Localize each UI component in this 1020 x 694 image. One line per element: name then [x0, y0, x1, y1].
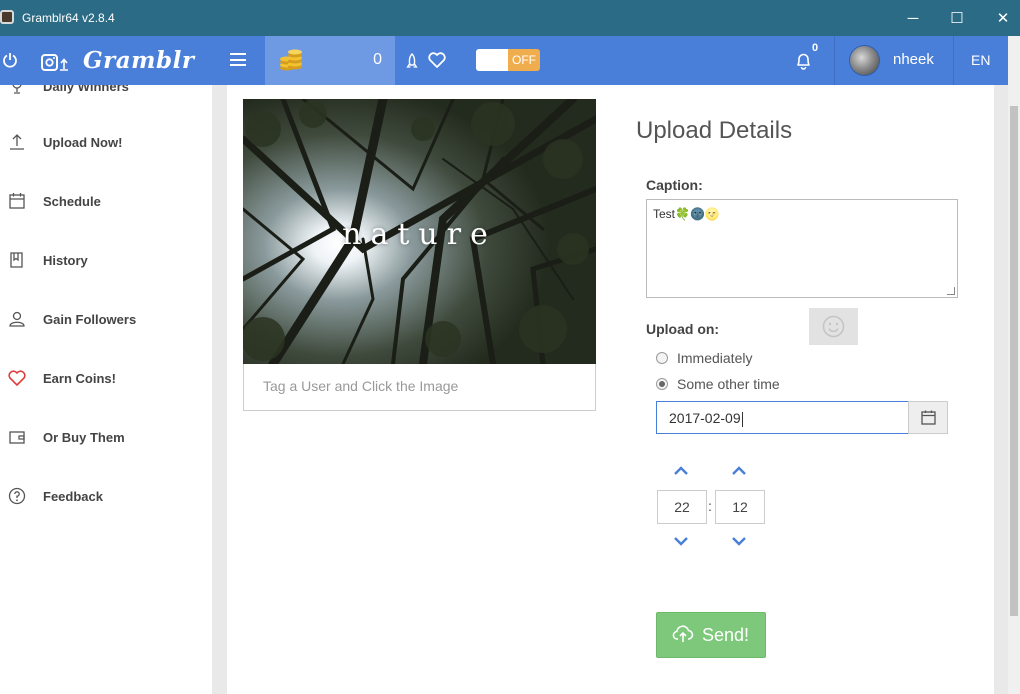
- sidebar-item-upload-now[interactable]: Upload Now!: [0, 123, 212, 163]
- date-value: 2017-02-09: [669, 410, 741, 426]
- wallet-icon: [9, 431, 25, 444]
- upload-on-label: Upload on:: [646, 321, 720, 337]
- close-button[interactable]: ✕: [980, 6, 1020, 32]
- sidebar-item-label: Daily Winners: [43, 85, 129, 94]
- heart-icon[interactable]: [428, 52, 446, 68]
- sidebar-item-label: Upload Now!: [43, 135, 123, 150]
- trophy-icon: [12, 85, 22, 94]
- auto-like-toggle[interactable]: OFF: [476, 49, 540, 71]
- minimize-button[interactable]: ─: [890, 6, 936, 32]
- tag-user-input[interactable]: Tag a User and Click the Image: [243, 364, 596, 411]
- header-divider: [834, 36, 835, 85]
- sidebar-item-gain-followers[interactable]: Gain Followers: [0, 300, 212, 340]
- scrollbar[interactable]: [1008, 36, 1020, 694]
- calendar-icon: [9, 193, 25, 209]
- hour-up-icon[interactable]: [673, 466, 689, 476]
- language-selector[interactable]: EN: [971, 52, 990, 68]
- rocket-icon[interactable]: [406, 53, 418, 69]
- send-label: Send!: [702, 625, 750, 645]
- minute-down-icon[interactable]: [731, 536, 747, 546]
- sidebar-item-label: Or Buy Them: [43, 430, 125, 445]
- sidebar-item-or-buy-them[interactable]: Or Buy Them: [0, 418, 212, 458]
- date-field[interactable]: 2017-02-09: [656, 401, 909, 434]
- send-button[interactable]: Send!: [656, 612, 766, 658]
- page-title: Upload Details: [636, 117, 793, 144]
- sidebar-item-label: Gain Followers: [43, 312, 137, 327]
- power-icon[interactable]: [2, 52, 18, 68]
- caption-text: Test🍀🌚🌝: [653, 207, 720, 221]
- window-title: Gramblr64 v2.8.4: [22, 11, 115, 25]
- sidebar-item-daily-winners[interactable]: Daily Winners: [0, 85, 212, 107]
- radio-immediately[interactable]: [656, 352, 668, 364]
- image-overlay-text: nature: [342, 217, 497, 252]
- sidebar-item-label: Feedback: [43, 489, 103, 504]
- username[interactable]: nheek: [893, 51, 934, 68]
- app-icon: [0, 10, 14, 24]
- bookmark-icon: [10, 252, 23, 268]
- coins-count: 0: [373, 51, 382, 68]
- hour-input[interactable]: 22: [657, 490, 707, 524]
- avatar[interactable]: [849, 45, 880, 76]
- cloud-upload-icon: [672, 625, 694, 642]
- sidebar-item-label: History: [43, 253, 88, 268]
- hour-down-icon[interactable]: [673, 536, 689, 546]
- user-icon: [9, 311, 25, 327]
- date-picker-button[interactable]: [908, 401, 948, 434]
- question-icon: [8, 487, 26, 505]
- app-header: Gramblr 0 OFF 0 nheek EN: [0, 36, 1008, 85]
- emoji-picker-button[interactable]: [809, 308, 858, 345]
- minute-up-icon[interactable]: [731, 466, 747, 476]
- radio-some-other-time[interactable]: [656, 378, 668, 390]
- coins-panel[interactable]: 0: [265, 36, 395, 85]
- option-label: Immediately: [677, 350, 753, 366]
- time-separator: :: [708, 498, 712, 514]
- sidebar-item-schedule[interactable]: Schedule: [0, 182, 212, 222]
- calendar-icon: [921, 410, 936, 425]
- coins-icon: [280, 49, 302, 71]
- header-divider: [953, 36, 954, 85]
- window-titlebar: Gramblr64 v2.8.4 ─ ☐ ✕: [0, 0, 1020, 36]
- heart-icon: [8, 370, 26, 386]
- resize-grip[interactable]: [947, 287, 955, 295]
- sidebar-item-label: Earn Coins!: [43, 371, 116, 386]
- smiley-icon: [822, 315, 845, 338]
- toggle-knob: [476, 49, 508, 71]
- caption-textarea[interactable]: Test🍀🌚🌝: [646, 199, 958, 298]
- minute-input[interactable]: 12: [715, 490, 765, 524]
- notification-badge: 0: [812, 42, 819, 54]
- maximize-button[interactable]: ☐: [934, 6, 980, 32]
- option-label: Some other time: [677, 376, 780, 392]
- upload-icon: [10, 134, 24, 150]
- sidebar-item-feedback[interactable]: Feedback: [0, 477, 212, 517]
- sidebar-item-label: Schedule: [43, 194, 101, 209]
- upload-panel: nature Tag a User and Click the Image Up…: [227, 85, 994, 694]
- preview-image[interactable]: nature: [243, 99, 596, 364]
- brand-logo: Gramblr: [83, 47, 195, 74]
- camera-upload-icon[interactable]: [41, 53, 69, 71]
- menu-icon[interactable]: [230, 53, 246, 66]
- bell-icon[interactable]: [795, 52, 812, 70]
- caption-label: Caption:: [646, 177, 703, 193]
- sidebar-item-history[interactable]: History: [0, 241, 212, 281]
- sidebar: Daily Winners Upload Now! Schedule Histo…: [0, 85, 212, 694]
- toggle-state-label: OFF: [508, 49, 540, 71]
- sidebar-item-earn-coins[interactable]: Earn Coins!: [0, 359, 212, 399]
- scroll-thumb[interactable]: [1010, 106, 1018, 616]
